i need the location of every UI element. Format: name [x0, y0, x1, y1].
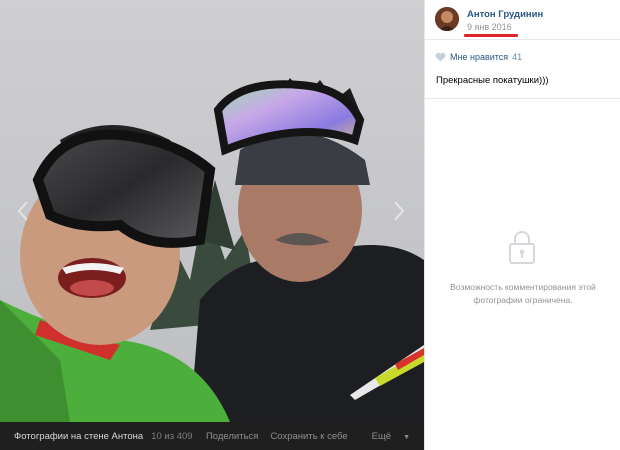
photo-bar: Фотографии на стене Антона 10 из 409 Под… [0, 422, 424, 450]
previous-photo-icon[interactable] [16, 200, 30, 222]
photo-counter: 10 из 409 [151, 430, 193, 442]
share-button[interactable]: Поделиться [206, 431, 258, 442]
date-highlight [464, 34, 518, 37]
album-title[interactable]: Фотографии на стене Антона [14, 431, 143, 442]
lock-icon [509, 231, 535, 264]
chevron-down-icon: ▼ [403, 433, 410, 441]
photo-actions: Поделиться Сохранить к себе Ещё ▼ [194, 431, 410, 442]
author-header: Антон Грудинин 9 янв 2016 [425, 0, 620, 40]
author-name[interactable]: Антон Грудинин [467, 9, 543, 20]
more-label: Ещё [371, 430, 392, 442]
photo-viewer: Фотографии на стене Антона 10 из 409 Под… [0, 0, 424, 450]
divider [425, 98, 620, 99]
comments-restricted-message: Возможность комментирования этой фотогра… [425, 281, 620, 307]
like-label: Мне нравится [450, 52, 509, 62]
restricted-line-2: фотографии ограничена. [473, 295, 573, 305]
like-count: 41 [512, 52, 523, 62]
heart-icon [435, 52, 446, 62]
post-date[interactable]: 9 янв 2016 [467, 22, 512, 32]
more-button[interactable]: Ещё ▼ [360, 431, 410, 442]
like-button[interactable]: Мне нравится 41 [435, 52, 522, 62]
next-photo-icon[interactable] [392, 200, 406, 222]
restricted-line-1: Возможность комментирования этой [450, 282, 596, 292]
avatar[interactable] [435, 7, 459, 31]
save-to-album-button[interactable]: Сохранить к себе [270, 431, 347, 442]
photo[interactable] [0, 0, 424, 422]
photo-sidebar: Антон Грудинин 9 янв 2016 Мне нравится 4… [424, 0, 620, 450]
photo-caption: Прекрасные покатушки))) [436, 75, 549, 86]
